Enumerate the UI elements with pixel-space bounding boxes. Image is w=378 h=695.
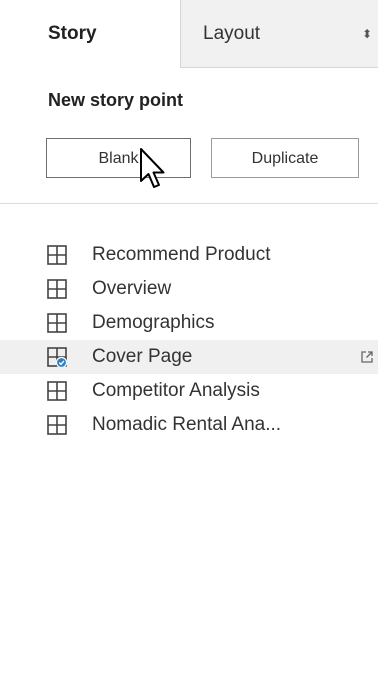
- section-divider: [0, 203, 378, 204]
- sheet-grid-check-icon: [47, 347, 67, 367]
- up-down-arrows-icon[interactable]: ⬍: [362, 0, 372, 68]
- story-panel: Story Layout ⬍ New story point Blank Dup…: [0, 0, 378, 695]
- tab-layout[interactable]: Layout ⬍: [180, 0, 378, 68]
- new-story-point-heading: New story point: [48, 90, 184, 110]
- story-point-item[interactable]: Nomadic Rental Ana...: [0, 408, 378, 442]
- story-point-list: Recommend Product Overview Demographics: [0, 238, 378, 442]
- story-point-item-selected[interactable]: Cover Page: [0, 340, 378, 374]
- story-point-label: Overview: [92, 278, 172, 299]
- story-point-item[interactable]: Demographics: [0, 306, 378, 340]
- sheet-grid-icon: [47, 381, 67, 401]
- tab-story[interactable]: Story: [0, 0, 180, 68]
- mouse-pointer-icon: [140, 148, 165, 188]
- sheet-grid-icon: [47, 245, 67, 265]
- story-point-label: Competitor Analysis: [92, 380, 260, 401]
- story-point-item[interactable]: Competitor Analysis: [0, 374, 378, 408]
- sheet-grid-icon: [47, 415, 67, 435]
- tab-story-label: Story: [48, 23, 97, 44]
- story-point-item[interactable]: Recommend Product: [0, 238, 378, 272]
- sheet-grid-icon: [47, 313, 67, 333]
- tab-layout-label: Layout: [203, 23, 261, 44]
- go-to-sheet-icon[interactable]: [360, 350, 374, 364]
- panel-tabs: Story Layout ⬍: [0, 0, 378, 68]
- blank-button[interactable]: Blank: [46, 138, 191, 178]
- story-point-label: Demographics: [92, 312, 215, 333]
- sheet-grid-icon: [47, 279, 67, 299]
- story-point-item[interactable]: Overview: [0, 272, 378, 306]
- story-point-label: Cover Page: [92, 346, 193, 367]
- story-point-label: Nomadic Rental Ana...: [92, 414, 282, 435]
- story-point-label: Recommend Product: [92, 244, 271, 265]
- duplicate-button[interactable]: Duplicate: [211, 138, 359, 178]
